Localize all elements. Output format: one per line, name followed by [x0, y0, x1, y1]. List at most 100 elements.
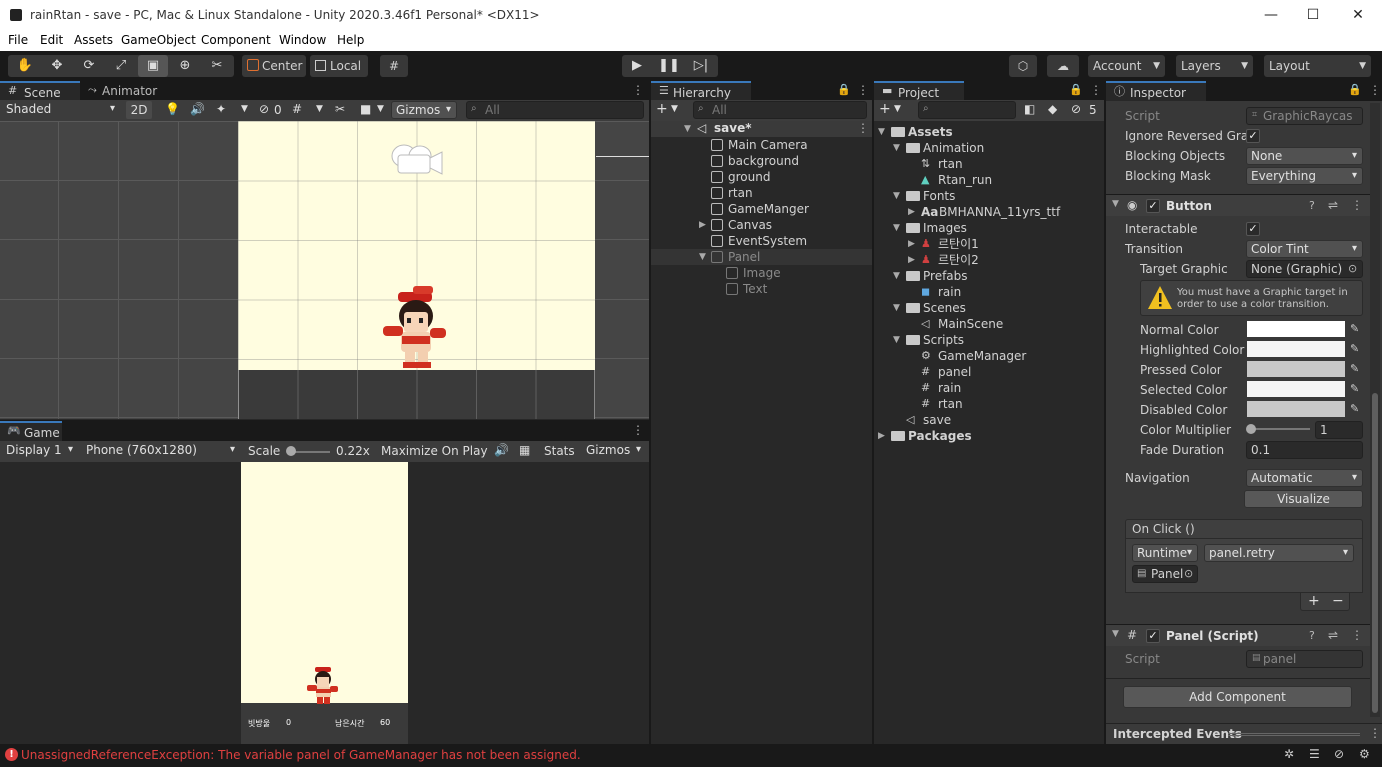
fade-duration-field[interactable]: 0.1: [1246, 441, 1363, 459]
scene-search-input[interactable]: All: [466, 101, 644, 119]
hierarchy-item[interactable]: rtan: [651, 185, 872, 201]
menu-window[interactable]: Window: [279, 33, 326, 47]
navigation-dropdown[interactable]: Automatic: [1246, 469, 1363, 487]
chevron-down-icon[interactable]: ▼: [671, 104, 678, 114]
hidden-objects-icon[interactable]: ⊘: [259, 102, 269, 116]
project-folder[interactable]: ▶ Packages: [874, 428, 1104, 444]
menu-component[interactable]: Component: [201, 33, 271, 47]
visualize-button[interactable]: Visualize: [1244, 490, 1363, 508]
help-icon[interactable]: ?: [1309, 199, 1315, 212]
component-menu-icon[interactable]: ⋮: [1351, 198, 1363, 212]
resolution-dropdown[interactable]: Phone (760x1280): [82, 442, 240, 460]
grid-icon[interactable]: ▦: [519, 443, 530, 457]
collapse-arrow-icon[interactable]: ▼: [893, 140, 900, 156]
display-dropdown[interactable]: Display 1: [2, 442, 78, 460]
eyedropper-icon[interactable]: ✎: [1350, 362, 1364, 376]
grid-snap-button[interactable]: #: [380, 55, 408, 77]
more-options-icon[interactable]: ⋮: [632, 83, 644, 97]
hidden-packages-icon[interactable]: ⊘: [1071, 102, 1081, 116]
project-asset[interactable]: ◼ rain: [874, 284, 1104, 300]
project-folder[interactable]: ▼ Scripts: [874, 332, 1104, 348]
2d-toggle[interactable]: 2D: [126, 101, 152, 119]
menu-edit[interactable]: Edit: [40, 33, 63, 47]
minimize-button[interactable]: —: [1256, 4, 1286, 26]
layout-dropdown[interactable]: Layout ▼: [1264, 55, 1371, 77]
more-options-icon[interactable]: ⋮: [632, 423, 644, 437]
color-swatch[interactable]: [1247, 381, 1345, 397]
gizmos-dropdown[interactable]: Gizmos: [391, 101, 457, 119]
collapse-arrow-icon[interactable]: ▼: [893, 188, 900, 204]
more-options-icon[interactable]: ⋮: [857, 121, 869, 135]
chevron-down-icon[interactable]: ▼: [316, 104, 323, 114]
hierarchy-item[interactable]: background: [651, 153, 872, 169]
expand-arrow-icon[interactable]: ▶: [878, 428, 885, 444]
eyedropper-icon[interactable]: ✎: [1350, 342, 1364, 356]
project-asset[interactable]: ◁ MainScene: [874, 316, 1104, 332]
bug-icon[interactable]: ✲: [1284, 747, 1294, 761]
lighting-icon[interactable]: 💡: [165, 102, 180, 116]
scene-viewport[interactable]: [0, 121, 649, 419]
tools-icon[interactable]: ✂: [335, 102, 345, 116]
collapse-arrow-icon[interactable]: ▼: [699, 249, 706, 265]
project-asset[interactable]: # panel: [874, 364, 1104, 380]
eyedropper-icon[interactable]: ✎: [1350, 322, 1364, 336]
project-asset[interactable]: ▶ ♟ 르탄이2: [874, 252, 1104, 268]
scene-root-row[interactable]: ▼ ◁ save* ⋮: [651, 121, 872, 137]
maximize-on-play-toggle[interactable]: Maximize On Play: [381, 444, 488, 458]
hierarchy-item[interactable]: EventSystem: [651, 233, 872, 249]
project-asset[interactable]: # rain: [874, 380, 1104, 396]
hierarchy-item[interactable]: GameManger: [651, 201, 872, 217]
add-component-button[interactable]: Add Component: [1123, 686, 1352, 708]
mute-audio-icon[interactable]: 🔊: [494, 443, 509, 457]
scale-slider-handle[interactable]: [286, 446, 296, 456]
game-viewport[interactable]: 빗방울 0 남은시간 60: [0, 462, 649, 744]
play-icon[interactable]: ▶: [622, 55, 652, 77]
step-icon[interactable]: ▷|: [686, 55, 716, 77]
button-component-header[interactable]: ▼ ◉ ✓ Button ? ⇌ ⋮: [1106, 194, 1370, 216]
more-options-icon[interactable]: ⋮: [857, 83, 869, 97]
project-asset[interactable]: ▶ ♟ 르탄이1: [874, 236, 1104, 252]
no-sync-icon[interactable]: ⊘: [1334, 747, 1344, 761]
eyedropper-icon[interactable]: ✎: [1350, 402, 1364, 416]
status-message[interactable]: UnassignedReferenceException: The variab…: [21, 748, 581, 762]
project-asset[interactable]: # rtan: [874, 396, 1104, 412]
panel-script-enabled-checkbox[interactable]: ✓: [1146, 629, 1160, 643]
target-graphic-field[interactable]: None (Graphic): [1246, 260, 1363, 278]
settings-icon[interactable]: ⚙: [1359, 747, 1370, 761]
project-folder[interactable]: ▼ Scenes: [874, 300, 1104, 316]
collapse-arrow-icon[interactable]: ▼: [893, 332, 900, 348]
color-multiplier-field[interactable]: 1: [1315, 421, 1363, 439]
lock-icon[interactable]: 🔒: [1069, 83, 1083, 96]
custom-tool-icon[interactable]: ✂: [202, 55, 232, 77]
maximize-button[interactable]: ☐: [1298, 4, 1328, 26]
create-plus-icon[interactable]: +: [879, 101, 891, 117]
presets-icon[interactable]: ⇌: [1328, 628, 1338, 642]
chevron-down-icon[interactable]: ▼: [894, 104, 901, 114]
scale-slider-track[interactable]: [290, 451, 330, 453]
project-folder[interactable]: ▼ Images: [874, 220, 1104, 236]
hierarchy-item[interactable]: Main Camera: [651, 137, 872, 153]
hierarchy-item[interactable]: ▶ Canvas: [651, 217, 872, 233]
chevron-down-icon[interactable]: ▼: [241, 104, 248, 114]
create-plus-icon[interactable]: +: [656, 101, 668, 117]
component-menu-icon[interactable]: ⋮: [1351, 628, 1363, 642]
expand-arrow-icon[interactable]: ▶: [908, 236, 915, 252]
rotate-tool-icon[interactable]: ⟳: [74, 55, 104, 77]
more-options-icon[interactable]: ⋮: [1369, 726, 1381, 740]
shading-dropdown[interactable]: Shaded: [2, 101, 120, 119]
add-event-button[interactable]: +: [1308, 593, 1320, 609]
layers-dropdown[interactable]: Layers ▼: [1176, 55, 1253, 77]
move-tool-icon[interactable]: ✥: [42, 55, 72, 77]
project-folder[interactable]: ▼ Fonts: [874, 188, 1104, 204]
ignore-reversed-checkbox[interactable]: ✓: [1246, 129, 1260, 143]
stats-toggle[interactable]: Stats: [544, 444, 575, 458]
color-swatch[interactable]: [1247, 341, 1345, 357]
interactable-checkbox[interactable]: ✓: [1246, 222, 1260, 236]
more-options-icon[interactable]: ⋮: [1369, 83, 1381, 97]
expand-arrow-icon[interactable]: ▶: [908, 204, 915, 220]
drag-handle[interactable]: [1228, 733, 1360, 736]
grid-toggle-icon[interactable]: #: [292, 102, 302, 116]
database-icon[interactable]: ☰: [1309, 747, 1320, 761]
onclick-function-dropdown[interactable]: panel.retry: [1204, 544, 1354, 562]
collapse-arrow-icon[interactable]: ▼: [893, 268, 900, 284]
